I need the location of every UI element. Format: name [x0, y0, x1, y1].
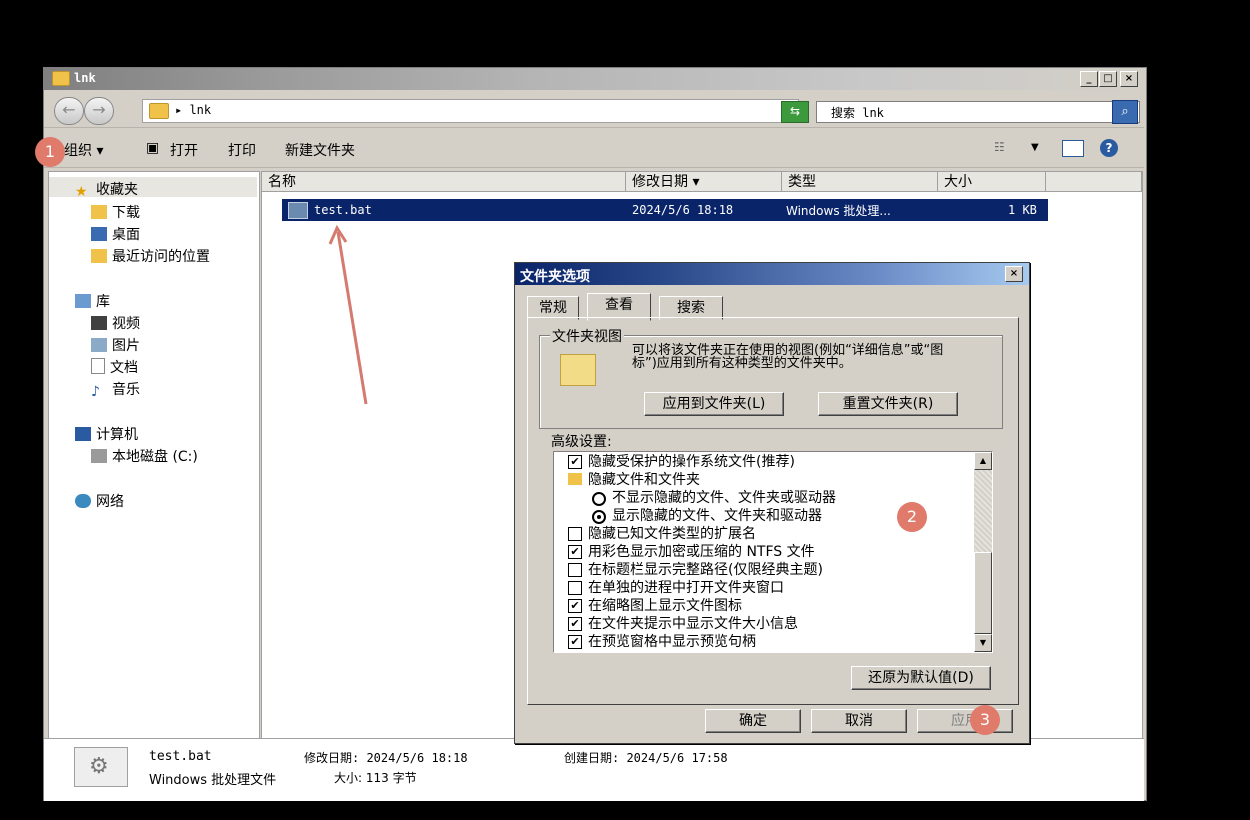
option-full-path-title[interactable]: 在标题栏显示完整路径(仅限经典主题) — [568, 561, 823, 579]
dialog-title-bar[interactable]: 文件夹选项 × — [515, 263, 1029, 285]
folder-view-label: 文件夹视图 — [550, 326, 624, 346]
reset-folders-button[interactable]: 重置文件夹(R) — [818, 392, 958, 416]
option-show-hidden[interactable]: 显示隐藏的文件、文件夹和驱动器 — [592, 507, 822, 525]
folder-view-group: 文件夹视图 可以将该文件夹正在使用的视图(例如“详细信息”或“图标”)应用到所有… — [539, 326, 1003, 429]
scroll-thumb[interactable] — [974, 552, 992, 634]
option-hide-protected-files[interactable]: ✔ 隐藏受保护的操作系统文件(推荐) — [568, 453, 795, 471]
restore-defaults-button[interactable]: 还原为默认值(D) — [851, 666, 991, 690]
apply-to-folders-button[interactable]: 应用到文件夹(L) — [644, 392, 784, 416]
checkbox[interactable] — [568, 581, 582, 595]
option-label: 在标题栏显示完整路径(仅限经典主题) — [588, 562, 823, 578]
option-color-ntfs[interactable]: ✔ 用彩色显示加密或压缩的 NTFS 文件 — [568, 543, 815, 561]
advanced-settings-list[interactable]: ✔ 隐藏受保护的操作系统文件(推荐) 隐藏文件和文件夹 不显示隐藏的文件、文件夹或… — [553, 451, 993, 653]
checkbox[interactable] — [568, 527, 582, 541]
checkbox[interactable]: ✔ — [568, 635, 582, 649]
list-scrollbar[interactable]: ▲ ▼ — [974, 452, 992, 652]
scroll-up-icon[interactable]: ▲ — [974, 452, 992, 470]
step-badge-1: 1 — [35, 137, 65, 167]
option-separate-process[interactable]: 在单独的进程中打开文件夹窗口 — [568, 579, 784, 597]
option-label: 用彩色显示加密或压缩的 NTFS 文件 — [588, 544, 815, 560]
radio-button[interactable] — [592, 492, 606, 506]
option-label: 在预览窗格中显示预览句柄 — [588, 634, 756, 650]
option-label: 隐藏受保护的操作系统文件(推荐) — [588, 454, 795, 470]
dialog-title: 文件夹选项 — [520, 269, 590, 285]
checkbox[interactable]: ✔ — [568, 617, 582, 631]
checkbox[interactable]: ✔ — [568, 599, 582, 613]
option-label: 在单独的进程中打开文件夹窗口 — [588, 580, 784, 596]
checkbox[interactable] — [568, 563, 582, 577]
option-thumbnail-icons[interactable]: ✔ 在缩略图上显示文件图标 — [568, 597, 742, 615]
option-label: 不显示隐藏的文件、文件夹或驱动器 — [612, 490, 836, 506]
option-hidden-files-folder: 隐藏文件和文件夹 — [568, 471, 700, 489]
folder-options-dialog: 文件夹选项 × 常规 查看 搜索 文件夹视图 可以将该文件夹正在使用的视图(例如… — [514, 262, 1030, 744]
cancel-button[interactable]: 取消 — [811, 709, 907, 733]
option-label: 隐藏已知文件类型的扩展名 — [588, 526, 756, 542]
arrow-line — [336, 231, 368, 405]
option-label: 在缩略图上显示文件图标 — [588, 598, 742, 614]
dialog-close-button[interactable]: × — [1005, 266, 1023, 282]
folder-view-description: 可以将该文件夹正在使用的视图(例如“详细信息”或“图标”)应用到所有这种类型的文… — [632, 343, 944, 371]
folder-view-icon — [560, 354, 596, 386]
option-folder-tip-size[interactable]: ✔ 在文件夹提示中显示文件大小信息 — [568, 615, 798, 633]
checkbox[interactable]: ✔ — [568, 455, 582, 469]
option-label: 在文件夹提示中显示文件大小信息 — [588, 616, 798, 632]
ok-button[interactable]: 确定 — [705, 709, 801, 733]
option-preview-handlers[interactable]: ✔ 在预览窗格中显示预览句柄 — [568, 633, 756, 651]
advanced-settings-label: 高级设置: — [551, 434, 612, 450]
option-label: 隐藏文件和文件夹 — [588, 472, 700, 488]
scroll-down-icon[interactable]: ▼ — [974, 634, 992, 652]
option-dont-show-hidden[interactable]: 不显示隐藏的文件、文件夹或驱动器 — [592, 489, 836, 507]
step-badge-3: 3 — [970, 705, 1000, 735]
option-label: 显示隐藏的文件、文件夹和驱动器 — [612, 508, 822, 524]
checkbox[interactable]: ✔ — [568, 545, 582, 559]
folder-icon — [568, 473, 582, 485]
step-badge-2: 2 — [897, 502, 927, 532]
radio-button-selected[interactable] — [592, 510, 606, 524]
option-hide-extensions[interactable]: 隐藏已知文件类型的扩展名 — [568, 525, 756, 543]
